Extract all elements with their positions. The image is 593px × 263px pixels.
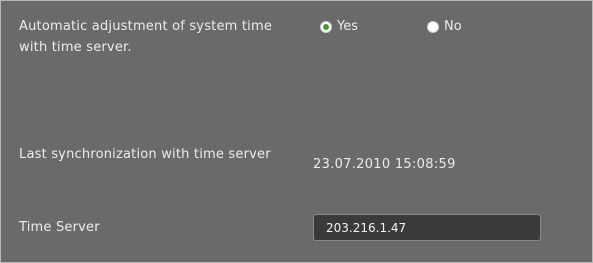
- radio-selected-icon[interactable]: [320, 21, 332, 33]
- time-settings-panel: Automatic adjustment of system time with…: [0, 0, 593, 263]
- radio-yes[interactable]: Yes: [320, 17, 358, 37]
- last-sync-value: 23.07.2010 15:08:59: [313, 157, 456, 172]
- radio-no[interactable]: No: [427, 17, 462, 37]
- auto-adjust-label: Automatic adjustment of system time with…: [19, 19, 273, 55]
- last-sync-label: Last synchronization with time server: [19, 147, 271, 162]
- time-server-input[interactable]: [313, 214, 541, 241]
- radio-no-label: No: [444, 19, 462, 34]
- time-server-label: Time Server: [19, 220, 100, 235]
- radio-yes-label: Yes: [337, 19, 358, 34]
- radio-unselected-icon[interactable]: [427, 21, 439, 33]
